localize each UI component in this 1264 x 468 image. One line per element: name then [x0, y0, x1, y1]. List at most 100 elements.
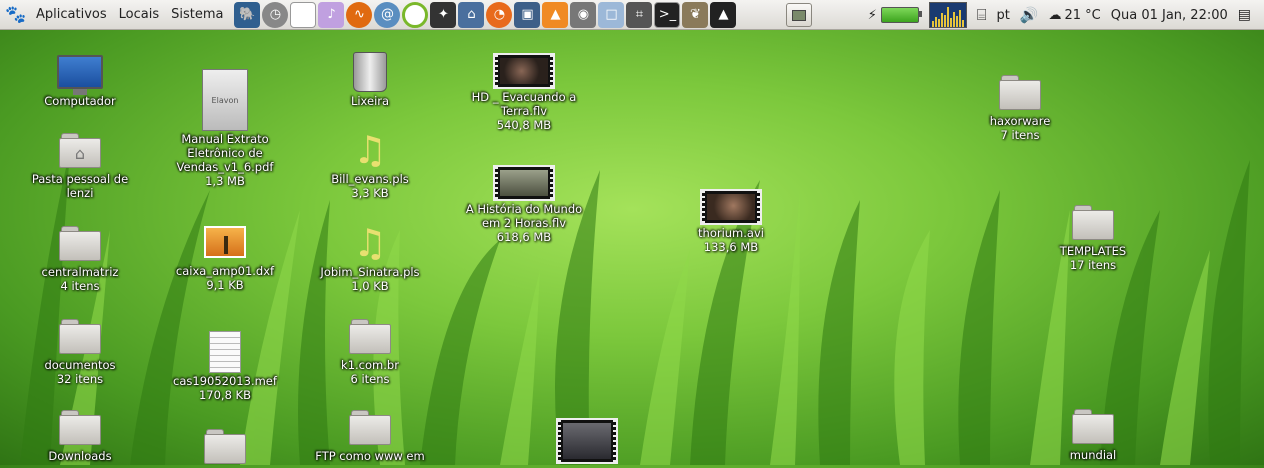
keyboard-layout-indicator[interactable]: pt	[996, 8, 1009, 23]
icon-label: Bill_evans.pls	[331, 172, 409, 186]
camera-icon[interactable]: ◉	[570, 1, 597, 28]
desktop-icon-k1[interactable]: k1.com.br 6 itens	[305, 314, 435, 386]
icon-label: centralmatriz	[41, 265, 119, 279]
desktop-icon-bill-evans[interactable]: ♫ Bill_evans.pls 3,3 KB	[305, 128, 435, 200]
clock-icon[interactable]: ◷	[262, 1, 289, 28]
system-monitor-graph[interactable]	[928, 2, 967, 28]
launcher-bar: 🐘 ◷ ♪ ∿ @ ✦ ⌂ ◔ ▣ ▲ ◉ □ ⌗ >_ ❦ ▲	[233, 1, 737, 28]
network-computer-icon[interactable]: ⌂	[458, 1, 485, 28]
desktop-icon-folder-unnamed[interactable]	[160, 424, 290, 468]
clock[interactable]: Qua 01 Jan, 22:00	[1111, 8, 1228, 23]
desktop-icon-mundial[interactable]: mundial	[1028, 404, 1158, 462]
desktop-icon-jobim-sinatra[interactable]: ♫ Jobim_Sinatra.pls 1,0 KB	[305, 221, 435, 293]
icon-label: Computador	[44, 94, 116, 108]
menu-aplicativos[interactable]: Aplicativos	[30, 0, 113, 30]
desktop-icon-centralmatriz[interactable]: centralmatriz 4 itens	[15, 221, 145, 293]
menu-locais[interactable]: Locais	[113, 0, 165, 30]
menu-sistema[interactable]: Sistema	[165, 0, 229, 30]
power-plug-icon[interactable]: ⚡	[868, 7, 922, 23]
image-file-icon	[160, 220, 290, 264]
volume-icon[interactable]: 🔊	[1020, 6, 1039, 24]
video-thumbnail-icon	[459, 164, 589, 202]
icon-sublabel: 618,6 MB	[496, 230, 552, 244]
icon-label: mundial	[1069, 448, 1117, 462]
notification-icon[interactable]: ▤	[1238, 7, 1251, 23]
desktop-icon-downloads[interactable]: Downloads	[15, 405, 145, 463]
icon-sublabel: 1,3 MB	[205, 174, 245, 188]
icon-label: HD _ Evacuando a Terra.flv	[471, 90, 577, 118]
battery-icon	[880, 7, 922, 23]
icon-label: documentos	[44, 358, 116, 372]
show-desktop-button[interactable]	[786, 3, 812, 27]
text-document-icon[interactable]	[290, 1, 317, 28]
desktop-icon-ftp[interactable]: FTP como www em	[305, 405, 435, 463]
system-tray: ⚡ ⌸ pt 🔊 ☁ 21 °C Qua 01 Jan, 22:00 ▤	[863, 0, 1256, 30]
icon-sublabel: 540,8 MB	[496, 118, 552, 132]
gimp-icon[interactable]: ❦	[682, 1, 709, 28]
desktop-icon-home[interactable]: ⌂ Pasta pessoal de lenzi	[15, 128, 145, 200]
video-thumbnail-icon	[666, 188, 796, 226]
postgres-elephant-icon[interactable]: 🐘	[234, 1, 261, 28]
inkscape-icon[interactable]: ▲	[710, 1, 737, 28]
weather-indicator[interactable]: ☁ 21 °C	[1048, 8, 1100, 23]
desktop-icon-cas-mef[interactable]: cas19052013.mef 170,8 KB	[160, 330, 290, 402]
video-thumbnail-icon	[522, 418, 652, 464]
icon-label: Downloads	[48, 449, 112, 463]
icon-label: Manual Extrato Eletrônico de Vendas_v1_6…	[176, 132, 274, 174]
network-icon[interactable]: ⌸	[977, 5, 987, 25]
video-thumbnail-icon	[459, 52, 589, 90]
window-icon[interactable]: □	[598, 1, 625, 28]
desktop-icon-manual-pdf[interactable]: Elavon Manual Extrato Eletrônico de Vend…	[160, 68, 290, 188]
desktop-icon-computador[interactable]: Computador	[15, 50, 145, 108]
icon-sublabel: 32 itens	[56, 372, 104, 386]
desktop-icon-haxorware[interactable]: haxorware 7 itens	[955, 70, 1085, 142]
firefox-icon[interactable]: ◔	[486, 1, 513, 28]
monitor-icon[interactable]: ▣	[514, 1, 541, 28]
gnome-foot-icon[interactable]: 🐾	[5, 5, 26, 25]
icon-sublabel: 4 itens	[60, 279, 100, 293]
network-folder-icon	[305, 405, 435, 449]
folder-icon	[1028, 200, 1158, 244]
icon-sublabel: 170,8 KB	[198, 388, 251, 402]
icon-sublabel: 17 itens	[1069, 258, 1117, 272]
desktop-icon-caixa-dxf[interactable]: caixa_amp01.dxf 9,1 KB	[160, 220, 290, 292]
green-ring-icon[interactable]	[402, 1, 429, 28]
top-panel: 🐾 Aplicativos Locais Sistema 🐘 ◷ ♪ ∿ @ ✦…	[0, 0, 1264, 30]
icon-label: haxorware	[989, 114, 1051, 128]
terminal-icon[interactable]: >_	[654, 1, 681, 28]
desktop-icon-video-unnamed[interactable]	[522, 418, 652, 464]
icon-label: A História do Mundo em 2 Horas.flv	[465, 202, 583, 230]
icon-label: thorium.avi	[698, 226, 764, 240]
computer-icon	[15, 50, 145, 95]
icon-sublabel: 1,0 KB	[351, 279, 389, 293]
icon-label: Jobim_Sinatra.pls	[320, 265, 420, 279]
icon-sublabel: 7 itens	[1000, 128, 1040, 142]
audio-app-icon[interactable]: ∿	[346, 1, 373, 28]
temperature-value: 21 °C	[1064, 7, 1101, 23]
desktop-icon	[792, 9, 806, 21]
icon-label: Pasta pessoal de lenzi	[31, 172, 129, 200]
calculator-icon[interactable]: ⌗	[626, 1, 653, 28]
icon-label: caixa_amp01.dxf	[175, 264, 275, 278]
desktop-icon-lixeira[interactable]: Lixeira	[305, 50, 435, 108]
network-swirl-icon[interactable]: @	[374, 1, 401, 28]
media-player-icon[interactable]: ♪	[318, 1, 345, 28]
desktop-icon-documentos[interactable]: documentos 32 itens	[15, 314, 145, 386]
folder-icon	[955, 70, 1085, 114]
folder-icon	[305, 314, 435, 358]
desktop-icon-templates[interactable]: TEMPLATES 17 itens	[1028, 200, 1158, 272]
vlc-cone-icon[interactable]: ▲	[542, 1, 569, 28]
desktop-icon-hd-evacuando[interactable]: HD _ Evacuando a Terra.flv 540,8 MB	[459, 52, 589, 132]
weather-cloud-icon: ☁	[1048, 7, 1062, 23]
diagram-icon[interactable]: ✦	[430, 1, 457, 28]
desktop-icon-historia-mundo[interactable]: A História do Mundo em 2 Horas.flv 618,6…	[459, 164, 589, 244]
icon-sublabel: 9,1 KB	[206, 278, 244, 292]
home-folder-icon: ⌂	[15, 128, 145, 172]
icon-label: k1.com.br	[341, 358, 399, 372]
folder-icon	[15, 405, 145, 449]
desktop-icon-thorium[interactable]: thorium.avi 133,6 MB	[666, 188, 796, 254]
icon-label: cas19052013.mef	[173, 374, 277, 388]
icon-sublabel: 3,3 KB	[351, 186, 389, 200]
pdf-document-icon: Elavon	[160, 68, 290, 132]
folder-icon	[1028, 404, 1158, 448]
